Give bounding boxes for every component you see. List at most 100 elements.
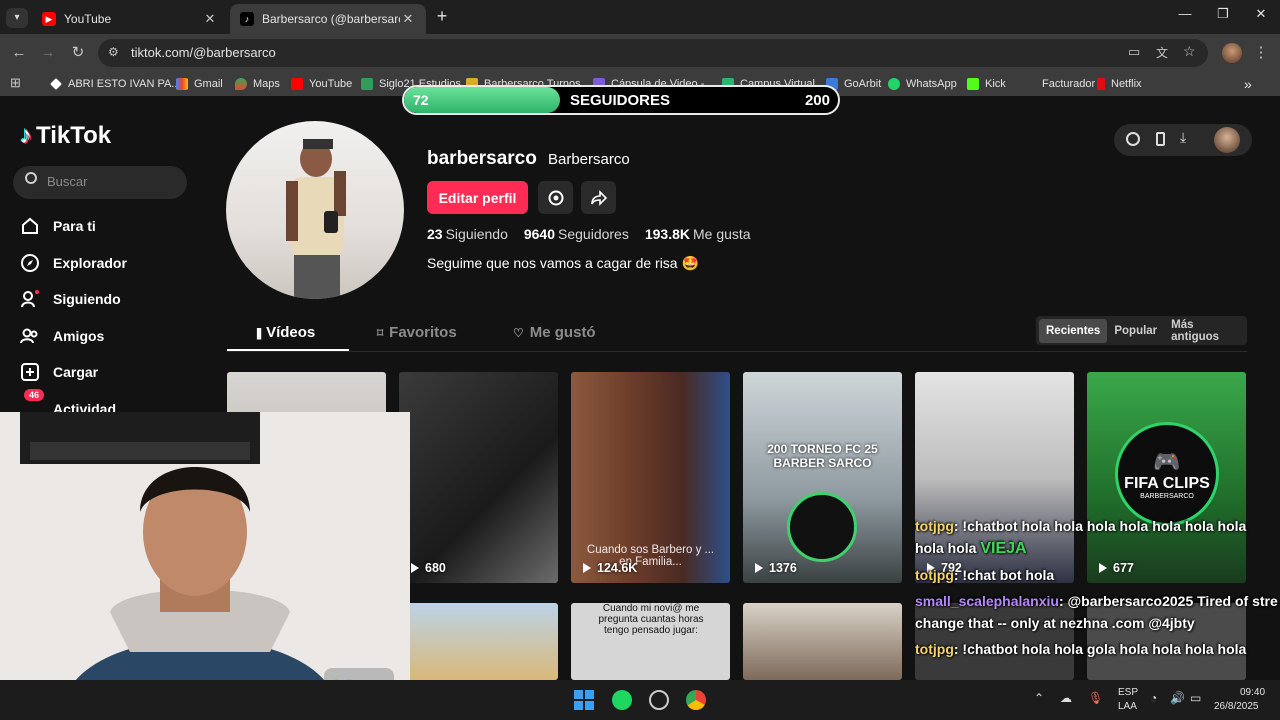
browser-tab-strip: ▾ ▶ YouTube ✕ ♪ Barbersarco (@barbersarc…	[0, 0, 1280, 34]
restore-button[interactable]: ❐	[1204, 6, 1242, 28]
view-count: 680	[411, 561, 446, 575]
phone-icon[interactable]	[1156, 132, 1165, 146]
gear-icon	[548, 190, 563, 205]
sort-popular[interactable]: Popular	[1107, 319, 1164, 343]
view-count: 1376	[755, 561, 797, 575]
share-button[interactable]	[581, 181, 616, 214]
webcam-feed: K 1	[0, 412, 410, 720]
wifi-icon[interactable]: ◔	[1150, 691, 1157, 705]
gmail-icon	[176, 78, 188, 90]
clock-time[interactable]: 09:40	[1240, 687, 1265, 698]
nav-amigos[interactable]: Amigos	[20, 326, 104, 346]
tiktok-icon: ♪	[240, 12, 254, 26]
microphone-icon[interactable]: 🎙	[1088, 691, 1103, 705]
obs-icon[interactable]	[649, 690, 669, 710]
user-avatar[interactable]	[1214, 127, 1240, 153]
edit-profile-button[interactable]: Editar perfil	[427, 181, 528, 214]
video-thumbnail[interactable]	[743, 603, 902, 680]
video-thumbnail[interactable]: 🎮 FIFA CLIPS BARBERSARCO 677	[1087, 372, 1246, 583]
fifa-clips-badge	[787, 492, 857, 562]
sort-mas-antiguos[interactable]: Más antiguos	[1164, 313, 1247, 349]
cast-icon[interactable]: ▭	[1128, 44, 1140, 60]
bookmark-item[interactable]: Gmail	[176, 76, 223, 92]
more-bookmarks-button[interactable]: »	[1244, 76, 1252, 92]
start-button[interactable]	[574, 690, 594, 710]
new-tab-button[interactable]: +	[432, 6, 452, 28]
tab-favoritos[interactable]: ⌑ Favoritos	[377, 324, 457, 341]
close-icon[interactable]: ✕	[202, 11, 218, 27]
address-bar[interactable]: ⚙ tiktok.com/@barbersarco ▭ 文 ☆	[98, 39, 1208, 67]
forward-icon[interactable]: →	[37, 42, 59, 64]
header-tools: ⤓	[1114, 124, 1252, 156]
video-thumbnail[interactable]	[399, 603, 558, 680]
profile-picture[interactable]	[226, 121, 404, 299]
search-placeholder: Buscar	[47, 174, 88, 189]
share-icon	[590, 189, 607, 206]
close-window-button[interactable]: ✕	[1242, 6, 1280, 28]
bookmark-item[interactable]: YouTube	[291, 76, 352, 92]
video-thumbnail[interactable]: 200 TORNEO FC 25 BARBER SARCO 1376	[743, 372, 902, 583]
following-stat[interactable]: 23 Siguiendo	[427, 226, 508, 244]
chevron-up-icon[interactable]: ⌃	[1034, 691, 1044, 705]
chat-text: hola hola	[915, 540, 981, 556]
profile-username: barbersarco	[427, 148, 537, 169]
grid-icon: |||	[256, 325, 262, 340]
bookmark-icon: ⌑	[377, 325, 384, 340]
nav-para-ti[interactable]: Para ti	[20, 216, 96, 236]
spotify-icon[interactable]	[612, 690, 632, 710]
friends-icon	[20, 326, 40, 346]
video-thumbnail[interactable]: Cuando sos Barbero y ... en Familia... 1…	[571, 372, 730, 583]
cloud-icon[interactable]: ☁	[1060, 691, 1072, 705]
back-icon[interactable]: ←	[8, 42, 30, 64]
search-input[interactable]: Buscar	[13, 166, 187, 199]
url-text: tiktok.com/@barbersarco	[131, 45, 276, 60]
sort-recientes[interactable]: Recientes	[1039, 318, 1108, 343]
site-info-icon[interactable]: ⚙	[108, 45, 119, 59]
followers-stat[interactable]: 9640 Seguidores	[524, 226, 629, 244]
tab-title: YouTube	[64, 12, 112, 26]
nav-siguiendo[interactable]: Siguiendo	[20, 289, 121, 309]
netflix-icon	[1097, 78, 1105, 90]
chat-username: small_scalephalanxiu	[915, 593, 1059, 609]
tab-me-gusto[interactable]: ♡ Me gustó	[513, 324, 596, 341]
profile-bio: Seguime que nos vamos a cagar de risa 🤩	[427, 255, 699, 271]
browser-toolbar: ← → ↻ ⚙ tiktok.com/@barbersarco ▭ 文 ☆ ⋮	[0, 34, 1280, 72]
download-icon[interactable]: ⤓	[1180, 129, 1186, 146]
tab-youtube[interactable]: ▶ YouTube ✕	[32, 4, 228, 34]
tab-tiktok[interactable]: ♪ Barbersarco (@barbersarco) | Ti ✕	[230, 4, 426, 34]
battery-icon[interactable]: ▭	[1190, 691, 1201, 705]
chrome-icon[interactable]	[686, 690, 706, 710]
bookmark-item[interactable]: ABRI ESTO IVAN PA...	[50, 76, 180, 92]
follower-label: SEGUIDORES	[570, 92, 671, 109]
reload-icon[interactable]: ↻	[67, 42, 89, 64]
bookmark-item[interactable]: Facturador	[1024, 76, 1095, 92]
translate-icon[interactable]: 文	[1156, 44, 1168, 61]
bookmark-item[interactable]: Netflix	[1097, 76, 1142, 92]
nav-cargar[interactable]: Cargar	[20, 362, 98, 382]
nav-explorador[interactable]: Explorador	[20, 253, 127, 273]
volume-icon[interactable]: 🔊	[1170, 691, 1185, 705]
follower-goal-bar: 72 SEGUIDORES 200	[402, 85, 840, 115]
play-icon	[411, 563, 419, 573]
video-thumbnail[interactable]: 680	[399, 372, 558, 583]
minimize-button[interactable]: —	[1166, 6, 1204, 28]
bookmark-icon	[50, 78, 62, 90]
apps-icon[interactable]: ⊞	[10, 75, 21, 91]
lang-indicator[interactable]: ESP	[1118, 687, 1138, 698]
bookmark-item[interactable]: Kick	[967, 76, 1006, 92]
bookmark-star-icon[interactable]: ☆	[1183, 43, 1196, 60]
coin-icon[interactable]	[1126, 132, 1140, 146]
bookmark-item[interactable]: Maps	[235, 76, 280, 92]
tab-search-button[interactable]: ▾	[6, 8, 28, 28]
video-thumbnail[interactable]: Cuando mi novi@ me pregunta cuantas hora…	[571, 603, 730, 680]
close-icon[interactable]: ✕	[400, 11, 416, 27]
settings-button[interactable]	[538, 181, 573, 214]
profile-avatar[interactable]	[1222, 43, 1242, 63]
tab-videos[interactable]: ||| Vídeos	[256, 324, 315, 341]
home-icon	[20, 216, 40, 236]
whatsapp-icon	[888, 78, 900, 90]
compass-icon	[20, 253, 40, 273]
bookmark-item[interactable]: WhatsApp	[888, 76, 957, 92]
menu-icon[interactable]: ⋮	[1250, 42, 1272, 64]
tiktok-logo[interactable]: ♪ TikTok	[20, 122, 111, 150]
